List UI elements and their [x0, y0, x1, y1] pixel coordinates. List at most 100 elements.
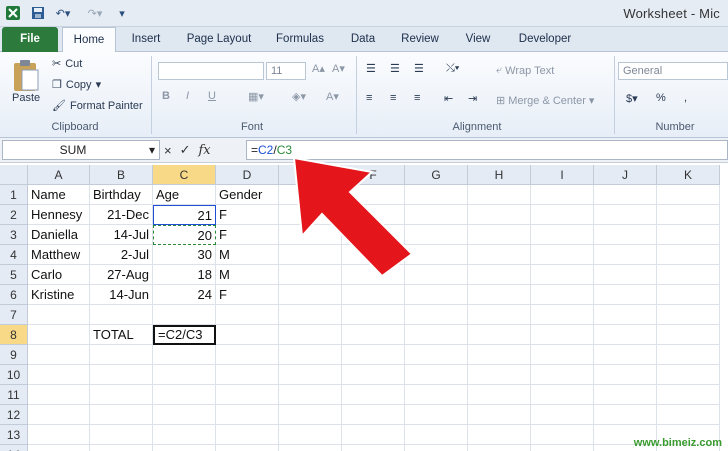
cell-c8[interactable]: =C2/C3 — [153, 325, 216, 345]
cell-i8[interactable] — [531, 325, 594, 345]
cell-b7[interactable] — [90, 305, 153, 325]
column-header-c[interactable]: C — [153, 165, 216, 185]
cell-b13[interactable] — [90, 425, 153, 445]
orientation-icon[interactable]: ⤯▾ — [446, 62, 459, 75]
cell-f13[interactable] — [342, 425, 405, 445]
cell-i7[interactable] — [531, 305, 594, 325]
cell-f7[interactable] — [342, 305, 405, 325]
cell-i4[interactable] — [531, 245, 594, 265]
cell-d7[interactable] — [216, 305, 279, 325]
cell-h9[interactable] — [468, 345, 531, 365]
cell-f14[interactable] — [342, 445, 405, 451]
undo-icon[interactable]: ↶▾ — [52, 4, 74, 22]
tab-developer[interactable]: Developer — [508, 27, 582, 52]
cell-d2[interactable]: F — [216, 205, 279, 225]
cell-h5[interactable] — [468, 265, 531, 285]
cell-b8[interactable]: TOTAL — [90, 325, 153, 345]
cell-b11[interactable] — [90, 385, 153, 405]
column-header-a[interactable]: A — [28, 165, 90, 185]
row-header-10[interactable]: 10 — [0, 365, 28, 385]
paste-icon[interactable] — [8, 56, 44, 96]
cell-a4[interactable]: Matthew — [28, 245, 90, 265]
cell-b10[interactable] — [90, 365, 153, 385]
cell-j12[interactable] — [594, 405, 657, 425]
font-size-combo[interactable]: 11 — [266, 62, 306, 80]
cell-c12[interactable] — [153, 405, 216, 425]
cell-c10[interactable] — [153, 365, 216, 385]
cell-c11[interactable] — [153, 385, 216, 405]
cell-k4[interactable] — [657, 245, 720, 265]
save-icon[interactable] — [30, 4, 46, 22]
cell-e8[interactable] — [279, 325, 342, 345]
cell-c5[interactable]: 18 — [153, 265, 216, 285]
cell-e10[interactable] — [279, 365, 342, 385]
merge-center-button[interactable]: ⊞ Merge & Center ▾ — [496, 94, 594, 108]
cell-g10[interactable] — [405, 365, 468, 385]
row-header-9[interactable]: 9 — [0, 345, 28, 365]
cell-a9[interactable] — [28, 345, 90, 365]
cell-f8[interactable] — [342, 325, 405, 345]
tab-data[interactable]: Data — [342, 27, 384, 52]
cell-f6[interactable] — [342, 285, 405, 305]
cell-a13[interactable] — [28, 425, 90, 445]
cell-i2[interactable] — [531, 205, 594, 225]
redo-icon[interactable]: ↷▾ — [84, 4, 106, 22]
cell-c2[interactable]: 21 — [153, 205, 216, 225]
cell-f11[interactable] — [342, 385, 405, 405]
cell-j7[interactable] — [594, 305, 657, 325]
name-box[interactable]: SUM ▾ — [2, 140, 160, 160]
cell-j11[interactable] — [594, 385, 657, 405]
cell-i5[interactable] — [531, 265, 594, 285]
wrap-text-button[interactable]: ⤶ Wrap Text — [496, 64, 554, 77]
cell-e6[interactable] — [279, 285, 342, 305]
cell-c1[interactable]: Age — [153, 185, 216, 205]
cell-k10[interactable] — [657, 365, 720, 385]
cell-i14[interactable] — [531, 445, 594, 451]
bold-button[interactable]: B — [162, 90, 170, 102]
format-painter-button[interactable]: 🖌 Format Painter — [52, 99, 143, 113]
cell-g13[interactable] — [405, 425, 468, 445]
cell-h8[interactable] — [468, 325, 531, 345]
cell-g7[interactable] — [405, 305, 468, 325]
cell-a14[interactable] — [28, 445, 90, 451]
column-header-k[interactable]: K — [657, 165, 720, 185]
cell-k3[interactable] — [657, 225, 720, 245]
align-right-icon[interactable]: ≡ — [414, 92, 420, 104]
select-all-corner[interactable] — [0, 165, 28, 185]
column-header-d[interactable]: D — [216, 165, 279, 185]
cell-k1[interactable] — [657, 185, 720, 205]
cell-f9[interactable] — [342, 345, 405, 365]
cell-i9[interactable] — [531, 345, 594, 365]
cell-j4[interactable] — [594, 245, 657, 265]
font-color-icon[interactable]: A▾ — [326, 90, 339, 103]
tab-page-layout[interactable]: Page Layout — [180, 27, 258, 52]
cell-i1[interactable] — [531, 185, 594, 205]
borders-icon[interactable]: ▦▾ — [248, 90, 264, 103]
cell-j10[interactable] — [594, 365, 657, 385]
cell-b3[interactable]: 14-Jul — [90, 225, 153, 245]
cell-f12[interactable] — [342, 405, 405, 425]
row-header-12[interactable]: 12 — [0, 405, 28, 425]
cell-i10[interactable] — [531, 365, 594, 385]
cell-b6[interactable]: 14-Jun — [90, 285, 153, 305]
tab-file[interactable]: File — [2, 27, 58, 52]
tab-view[interactable]: View — [456, 27, 500, 52]
cell-j5[interactable] — [594, 265, 657, 285]
cell-d9[interactable] — [216, 345, 279, 365]
row-header-14[interactable]: 14 — [0, 445, 28, 451]
cell-j2[interactable] — [594, 205, 657, 225]
cell-c14[interactable] — [153, 445, 216, 451]
cell-d13[interactable] — [216, 425, 279, 445]
cell-g8[interactable] — [405, 325, 468, 345]
comma-button[interactable]: , — [684, 92, 687, 104]
align-bottom-icon[interactable]: ☰ — [414, 62, 424, 75]
customize-toolbar-icon[interactable]: ▾ — [116, 4, 128, 22]
cell-j3[interactable] — [594, 225, 657, 245]
cell-i3[interactable] — [531, 225, 594, 245]
row-header-3[interactable]: 3 — [0, 225, 28, 245]
cell-c13[interactable] — [153, 425, 216, 445]
cell-j6[interactable] — [594, 285, 657, 305]
cell-i13[interactable] — [531, 425, 594, 445]
cell-h4[interactable] — [468, 245, 531, 265]
cell-a1[interactable]: Name — [28, 185, 90, 205]
